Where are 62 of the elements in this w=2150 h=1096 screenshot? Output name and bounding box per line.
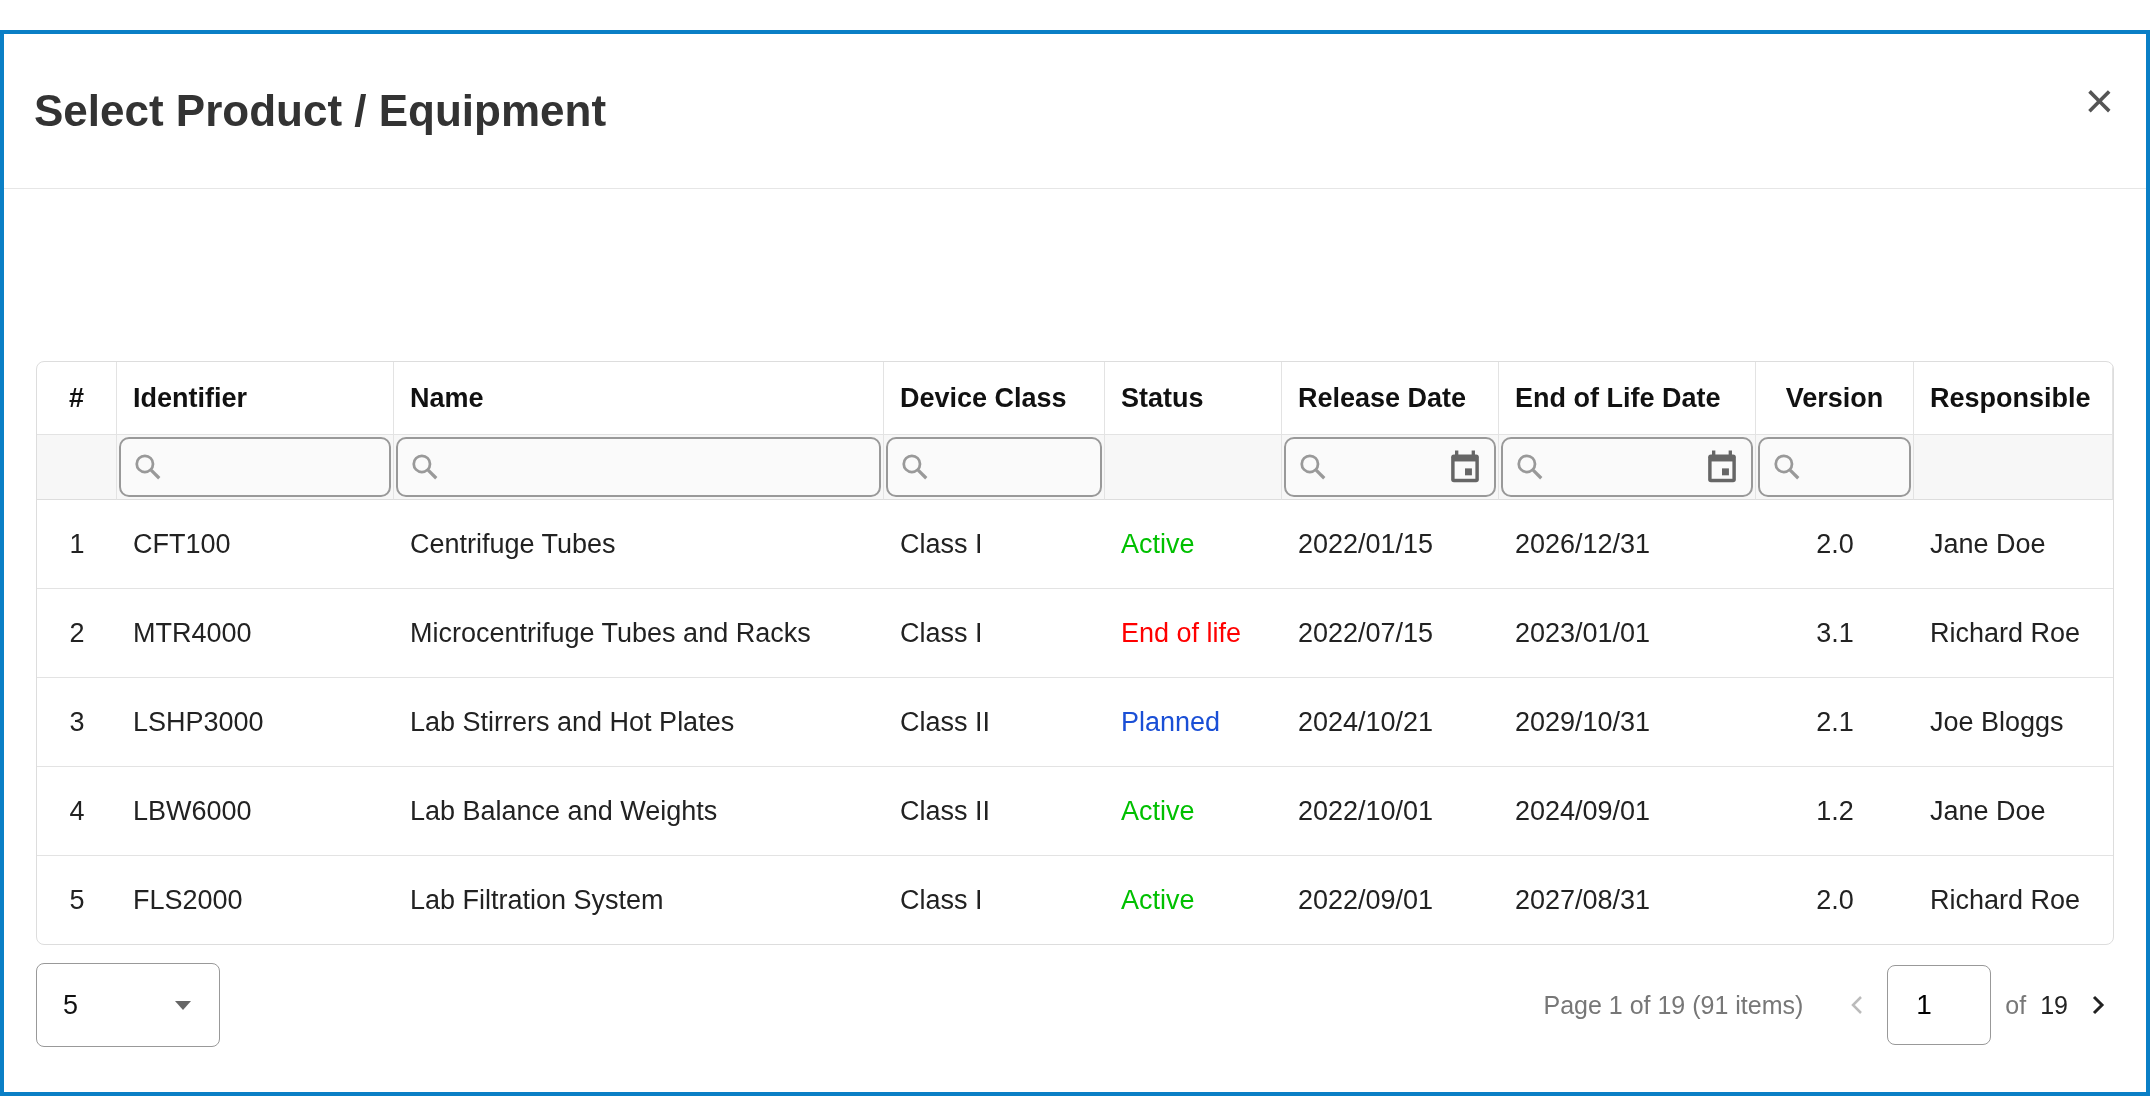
total-pages: 19 [2040, 990, 2068, 1020]
table-cell-text: 2.0 [1815, 527, 1855, 561]
table-cell: 2022/09/01 [1282, 855, 1499, 944]
table-cell-text: Centrifuge Tubes [409, 527, 617, 561]
search-icon [133, 452, 163, 482]
close-button[interactable]: × [2078, 76, 2120, 126]
table-cell: 5 [37, 855, 117, 944]
table-cell-text: 2026/12/31 [1514, 527, 1652, 561]
table-cell: MTR4000 [117, 588, 394, 677]
chevron-right-icon [2090, 993, 2106, 1017]
table-cell: 2022/07/15 [1282, 588, 1499, 677]
status-text: Active [1105, 766, 1282, 855]
table-cell: 2022/10/01 [1282, 766, 1499, 855]
table-cell: 2029/10/31 [1499, 677, 1756, 766]
table-cell-text: Class I [899, 527, 984, 561]
table-cell: Class II [884, 677, 1105, 766]
table-cell: FLS2000 [117, 855, 394, 944]
table-cell: 4 [37, 766, 117, 855]
table-cell-text: 1 [68, 527, 86, 561]
calendar-icon[interactable] [1705, 449, 1739, 485]
table-cell: Jane Doe [1914, 766, 2113, 855]
search-icon [1515, 452, 1545, 482]
table-cell: 2023/01/01 [1499, 588, 1756, 677]
table-cell: LBW6000 [117, 766, 394, 855]
table-cell: 3 [37, 677, 117, 766]
page-number-field[interactable]: 1 [1887, 965, 1992, 1045]
table-cell: LSHP3000 [117, 677, 394, 766]
table-cell: Richard Roe [1914, 588, 2113, 677]
table-cell: Lab Stirrers and Hot Plates [394, 677, 884, 766]
table-cell: Richard Roe [1914, 855, 2113, 944]
table-cell: 3.1 [1756, 588, 1914, 677]
status-text: Active [1105, 855, 1282, 944]
table-cell: Joe Bloggs [1914, 677, 2113, 766]
search-icon [410, 452, 440, 482]
search-icon [900, 452, 930, 482]
table-cell: 2024/10/21 [1282, 677, 1499, 766]
table-cell: 2.1 [1756, 677, 1914, 766]
dialog-title: Select Product / Equipment [34, 86, 607, 136]
table-cell: Class I [884, 588, 1105, 677]
caret-icon [173, 999, 193, 1011]
of-label: of [2005, 990, 2027, 1020]
table-cell-text: Jane Doe [1929, 527, 2047, 561]
table-cell: Microcentrifuge Tubes and Racks [394, 588, 884, 677]
table-cell: 2.0 [1756, 855, 1914, 944]
status-text: Active [1120, 527, 1196, 561]
status-text: End of life [1105, 588, 1282, 677]
search-icon [1772, 452, 1802, 482]
status-text: Planned [1105, 677, 1282, 766]
table-cell-text: CFT100 [132, 527, 232, 561]
search-icon [1298, 452, 1328, 482]
table-cell: Lab Balance and Weights [394, 766, 884, 855]
table-cell-text: 2022/01/15 [1297, 527, 1435, 561]
page-size-dropdown[interactable]: 5 [36, 963, 220, 1047]
page-summary: Page 1 of 19 (91 items) [1543, 990, 1804, 1020]
table-cell: Lab Filtration System [394, 855, 884, 944]
table-cell: Class II [884, 766, 1105, 855]
table-cell: 1.2 [1756, 766, 1914, 855]
table-cell: Class I [884, 855, 1105, 944]
table-cell: 2024/09/01 [1499, 766, 1756, 855]
calendar-icon[interactable] [1448, 449, 1482, 485]
table-cell: 2027/08/31 [1499, 855, 1756, 944]
table-cell: 2 [37, 588, 117, 677]
